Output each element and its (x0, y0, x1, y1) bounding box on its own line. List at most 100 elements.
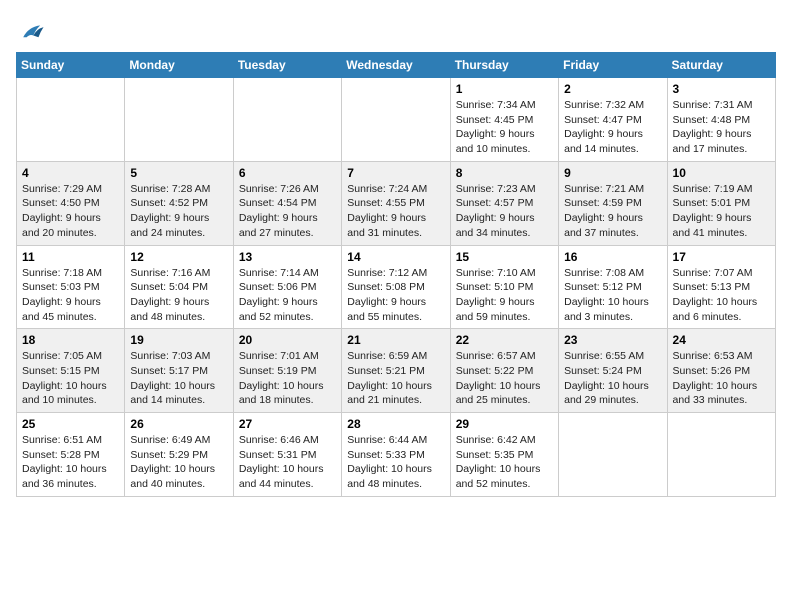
calendar-day-cell: 26 Sunrise: 6:49 AM Sunset: 5:29 PM Dayli… (125, 413, 233, 497)
weekday-header: Tuesday (233, 53, 341, 78)
calendar-day-cell (233, 78, 341, 162)
day-number: 28 (347, 417, 444, 431)
day-info: Sunrise: 7:28 AM Sunset: 4:52 PM Dayligh… (130, 182, 227, 241)
day-number: 15 (456, 250, 553, 264)
calendar-day-cell: 10 Sunrise: 7:19 AM Sunset: 5:01 PM Dayli… (667, 161, 775, 245)
day-number: 25 (22, 417, 119, 431)
day-info: Sunrise: 6:42 AM Sunset: 5:35 PM Dayligh… (456, 433, 553, 492)
calendar-day-cell: 21Sunrise: 6:59 AM Sunset: 5:21 PM Dayli… (342, 329, 450, 413)
day-number: 12 (130, 250, 227, 264)
day-info: Sunrise: 7:31 AM Sunset: 4:48 PM Dayligh… (673, 98, 770, 157)
day-info: Sunrise: 7:12 AM Sunset: 5:08 PM Dayligh… (347, 266, 444, 325)
day-number: 26 (130, 417, 227, 431)
calendar-day-cell: 18Sunrise: 7:05 AM Sunset: 5:15 PM Dayli… (17, 329, 125, 413)
day-number: 27 (239, 417, 336, 431)
day-info: Sunrise: 6:57 AM Sunset: 5:22 PM Dayligh… (456, 349, 553, 408)
logo-bird-icon (16, 22, 44, 44)
weekday-header: Sunday (17, 53, 125, 78)
day-number: 1 (456, 82, 553, 96)
calendar-day-cell: 13Sunrise: 7:14 AM Sunset: 5:06 PM Dayli… (233, 245, 341, 329)
day-number: 14 (347, 250, 444, 264)
calendar-day-cell: 2 Sunrise: 7:32 AM Sunset: 4:47 PM Daylig… (559, 78, 667, 162)
day-info: Sunrise: 7:34 AM Sunset: 4:45 PM Dayligh… (456, 98, 553, 157)
day-info: Sunrise: 7:16 AM Sunset: 5:04 PM Dayligh… (130, 266, 227, 325)
day-number: 9 (564, 166, 661, 180)
calendar-day-cell: 4Sunrise: 7:29 AM Sunset: 4:50 PM Daylig… (17, 161, 125, 245)
calendar-week-row: 1 Sunrise: 7:34 AM Sunset: 4:45 PM Daylig… (17, 78, 776, 162)
day-info: Sunrise: 7:18 AM Sunset: 5:03 PM Dayligh… (22, 266, 119, 325)
day-number: 7 (347, 166, 444, 180)
day-number: 11 (22, 250, 119, 264)
day-number: 18 (22, 333, 119, 347)
day-info: Sunrise: 6:46 AM Sunset: 5:31 PM Dayligh… (239, 433, 336, 492)
weekday-header: Monday (125, 53, 233, 78)
calendar-day-cell: 23 Sunrise: 6:55 AM Sunset: 5:24 PM Dayli… (559, 329, 667, 413)
calendar-day-cell: 22 Sunrise: 6:57 AM Sunset: 5:22 PM Dayli… (450, 329, 558, 413)
day-info: Sunrise: 7:32 AM Sunset: 4:47 PM Dayligh… (564, 98, 661, 157)
calendar-week-row: 18Sunrise: 7:05 AM Sunset: 5:15 PM Dayli… (17, 329, 776, 413)
day-info: Sunrise: 7:03 AM Sunset: 5:17 PM Dayligh… (130, 349, 227, 408)
calendar-day-cell: 5 Sunrise: 7:28 AM Sunset: 4:52 PM Daylig… (125, 161, 233, 245)
calendar-day-cell: 28 Sunrise: 6:44 AM Sunset: 5:33 PM Dayli… (342, 413, 450, 497)
day-number: 22 (456, 333, 553, 347)
day-number: 16 (564, 250, 661, 264)
day-info: Sunrise: 7:19 AM Sunset: 5:01 PM Dayligh… (673, 182, 770, 241)
day-number: 20 (239, 333, 336, 347)
calendar-day-cell: 8 Sunrise: 7:23 AM Sunset: 4:57 PM Daylig… (450, 161, 558, 245)
day-info: Sunrise: 6:53 AM Sunset: 5:26 PM Dayligh… (673, 349, 770, 408)
calendar-day-cell: 25 Sunrise: 6:51 AM Sunset: 5:28 PM Dayli… (17, 413, 125, 497)
calendar-day-cell: 20 Sunrise: 7:01 AM Sunset: 5:19 PM Dayli… (233, 329, 341, 413)
calendar-day-cell: 29 Sunrise: 6:42 AM Sunset: 5:35 PM Dayli… (450, 413, 558, 497)
calendar-day-cell: 1 Sunrise: 7:34 AM Sunset: 4:45 PM Daylig… (450, 78, 558, 162)
calendar-week-row: 25 Sunrise: 6:51 AM Sunset: 5:28 PM Dayli… (17, 413, 776, 497)
day-number: 23 (564, 333, 661, 347)
calendar-week-row: 11 Sunrise: 7:18 AM Sunset: 5:03 PM Dayli… (17, 245, 776, 329)
day-info: Sunrise: 7:24 AM Sunset: 4:55 PM Dayligh… (347, 182, 444, 241)
calendar-table: SundayMondayTuesdayWednesdayThursdayFrid… (16, 52, 776, 497)
weekday-header: Thursday (450, 53, 558, 78)
page-header (16, 16, 776, 44)
day-info: Sunrise: 7:01 AM Sunset: 5:19 PM Dayligh… (239, 349, 336, 408)
day-info: Sunrise: 7:08 AM Sunset: 5:12 PM Dayligh… (564, 266, 661, 325)
day-info: Sunrise: 7:29 AM Sunset: 4:50 PM Dayligh… (22, 182, 119, 241)
day-number: 17 (673, 250, 770, 264)
weekday-header: Friday (559, 53, 667, 78)
logo (16, 22, 48, 44)
day-number: 29 (456, 417, 553, 431)
day-info: Sunrise: 7:23 AM Sunset: 4:57 PM Dayligh… (456, 182, 553, 241)
day-number: 8 (456, 166, 553, 180)
day-info: Sunrise: 7:14 AM Sunset: 5:06 PM Dayligh… (239, 266, 336, 325)
calendar-day-cell: 14 Sunrise: 7:12 AM Sunset: 5:08 PM Dayli… (342, 245, 450, 329)
calendar-day-cell (125, 78, 233, 162)
calendar-day-cell: 12 Sunrise: 7:16 AM Sunset: 5:04 PM Dayli… (125, 245, 233, 329)
calendar-day-cell: 9 Sunrise: 7:21 AM Sunset: 4:59 PM Daylig… (559, 161, 667, 245)
calendar-day-cell: 19 Sunrise: 7:03 AM Sunset: 5:17 PM Dayli… (125, 329, 233, 413)
weekday-header: Wednesday (342, 53, 450, 78)
day-number: 10 (673, 166, 770, 180)
calendar-day-cell: 3Sunrise: 7:31 AM Sunset: 4:48 PM Daylig… (667, 78, 775, 162)
calendar-day-cell (559, 413, 667, 497)
calendar-day-cell: 11 Sunrise: 7:18 AM Sunset: 5:03 PM Dayli… (17, 245, 125, 329)
day-number: 19 (130, 333, 227, 347)
calendar-week-row: 4Sunrise: 7:29 AM Sunset: 4:50 PM Daylig… (17, 161, 776, 245)
day-info: Sunrise: 6:49 AM Sunset: 5:29 PM Dayligh… (130, 433, 227, 492)
day-info: Sunrise: 7:10 AM Sunset: 5:10 PM Dayligh… (456, 266, 553, 325)
calendar-day-cell: 24 Sunrise: 6:53 AM Sunset: 5:26 PM Dayli… (667, 329, 775, 413)
calendar-day-cell (342, 78, 450, 162)
calendar-day-cell (667, 413, 775, 497)
day-number: 2 (564, 82, 661, 96)
weekday-header: Saturday (667, 53, 775, 78)
day-info: Sunrise: 7:21 AM Sunset: 4:59 PM Dayligh… (564, 182, 661, 241)
day-info: Sunrise: 6:51 AM Sunset: 5:28 PM Dayligh… (22, 433, 119, 492)
day-info: Sunrise: 6:59 AM Sunset: 5:21 PM Dayligh… (347, 349, 444, 408)
day-info: Sunrise: 6:55 AM Sunset: 5:24 PM Dayligh… (564, 349, 661, 408)
calendar-day-cell: 7 Sunrise: 7:24 AM Sunset: 4:55 PM Daylig… (342, 161, 450, 245)
day-number: 5 (130, 166, 227, 180)
day-info: Sunrise: 7:07 AM Sunset: 5:13 PM Dayligh… (673, 266, 770, 325)
day-number: 24 (673, 333, 770, 347)
calendar-day-cell: 17 Sunrise: 7:07 AM Sunset: 5:13 PM Dayli… (667, 245, 775, 329)
calendar-day-cell (17, 78, 125, 162)
calendar-day-cell: 27 Sunrise: 6:46 AM Sunset: 5:31 PM Dayli… (233, 413, 341, 497)
day-info: Sunrise: 6:44 AM Sunset: 5:33 PM Dayligh… (347, 433, 444, 492)
day-number: 6 (239, 166, 336, 180)
